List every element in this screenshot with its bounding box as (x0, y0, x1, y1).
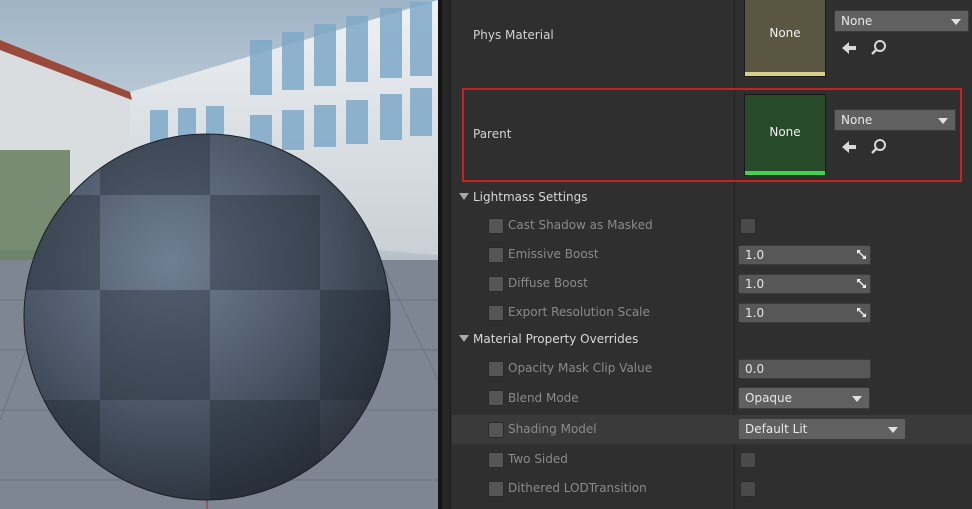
cast-shadow-label: Cast Shadow as Masked (508, 218, 653, 232)
lightmass-settings-title: Lightmass Settings (473, 190, 588, 204)
dithered-value-checkbox[interactable] (740, 481, 756, 497)
category-material-property-overrides[interactable]: Material Property Overrides (451, 327, 972, 353)
export-resolution-override-checkbox[interactable] (488, 305, 504, 321)
shading-model-label: Shading Model (508, 422, 597, 436)
parent-thumbnail[interactable]: None (744, 94, 826, 176)
emissive-boost-override-checkbox[interactable] (488, 247, 504, 263)
cast-shadow-value-checkbox[interactable] (740, 218, 756, 234)
diffuse-boost-input[interactable]: 1.0 (738, 274, 871, 294)
search-icon[interactable] (870, 138, 888, 156)
dithered-override-checkbox[interactable] (488, 481, 504, 497)
chevron-down-icon (852, 396, 862, 402)
two-sided-override-checkbox[interactable] (488, 452, 504, 468)
parent-type-bar (745, 171, 825, 175)
blend-mode-dropdown[interactable]: Opaque (738, 387, 870, 409)
material-property-overrides-title: Material Property Overrides (473, 332, 639, 346)
phys-material-thumbnail[interactable]: None (744, 0, 826, 77)
expand-corner-icon (857, 279, 866, 288)
diffuse-boost-label: Diffuse Boost (508, 276, 588, 290)
diffuse-boost-override-checkbox[interactable] (488, 276, 504, 292)
emissive-boost-value: 1.0 (745, 248, 765, 262)
shading-model-dropdown[interactable]: Default Lit (738, 418, 906, 440)
emissive-boost-label: Emissive Boost (508, 247, 599, 261)
cast-shadow-override-checkbox[interactable] (488, 218, 504, 234)
details-panel: Phys Material None None Parent None None… (442, 0, 972, 509)
two-sided-label: Two Sided (508, 452, 568, 466)
export-resolution-label: Export Resolution Scale (508, 305, 650, 319)
export-resolution-input[interactable]: 1.0 (738, 303, 871, 323)
dithered-lod-label: Dithered LODTransition (508, 481, 647, 495)
parent-dropdown-value: None (841, 113, 873, 127)
chevron-down-icon (888, 427, 898, 433)
chevron-down-icon (938, 118, 948, 124)
export-resolution-value: 1.0 (745, 306, 765, 320)
blend-mode-override-checkbox[interactable] (488, 390, 504, 406)
phys-material-type-bar (745, 72, 825, 76)
blend-mode-value: Opaque (745, 391, 793, 405)
arrow-left-icon[interactable] (840, 138, 858, 156)
shading-model-override-checkbox[interactable] (488, 422, 504, 438)
opacity-mask-value: 0.0 (745, 362, 765, 376)
parent-dropdown[interactable]: None (834, 109, 956, 131)
diffuse-boost-value: 1.0 (745, 277, 765, 291)
phys-material-dropdown-value: None (841, 14, 873, 28)
blend-mode-label: Blend Mode (508, 391, 579, 405)
viewport-scene (0, 0, 438, 509)
panel-rail (442, 0, 451, 509)
chevron-down-icon (951, 19, 961, 25)
parent-highlight-box (462, 88, 962, 182)
category-lightmass-settings[interactable]: Lightmass Settings (451, 185, 972, 211)
shading-model-value: Default Lit (745, 422, 808, 436)
search-icon[interactable] (870, 39, 888, 57)
arrow-left-icon[interactable] (840, 39, 858, 57)
material-preview-viewport[interactable] (0, 0, 438, 509)
parent-thumbnail-text: None (769, 125, 801, 139)
two-sided-value-checkbox[interactable] (740, 452, 756, 468)
collapse-triangle-icon (459, 193, 469, 200)
expand-corner-icon (857, 308, 866, 317)
collapse-triangle-icon (459, 335, 469, 342)
parent-label: Parent (473, 127, 512, 141)
emissive-boost-input[interactable]: 1.0 (738, 245, 871, 265)
expand-corner-icon (857, 250, 866, 259)
phys-material-dropdown[interactable]: None (834, 10, 969, 32)
opacity-mask-override-checkbox[interactable] (488, 361, 504, 377)
phys-material-thumbnail-text: None (769, 26, 801, 40)
phys-material-label: Phys Material (473, 28, 554, 42)
opacity-mask-label: Opacity Mask Clip Value (508, 361, 653, 375)
opacity-mask-input[interactable]: 0.0 (738, 359, 871, 379)
